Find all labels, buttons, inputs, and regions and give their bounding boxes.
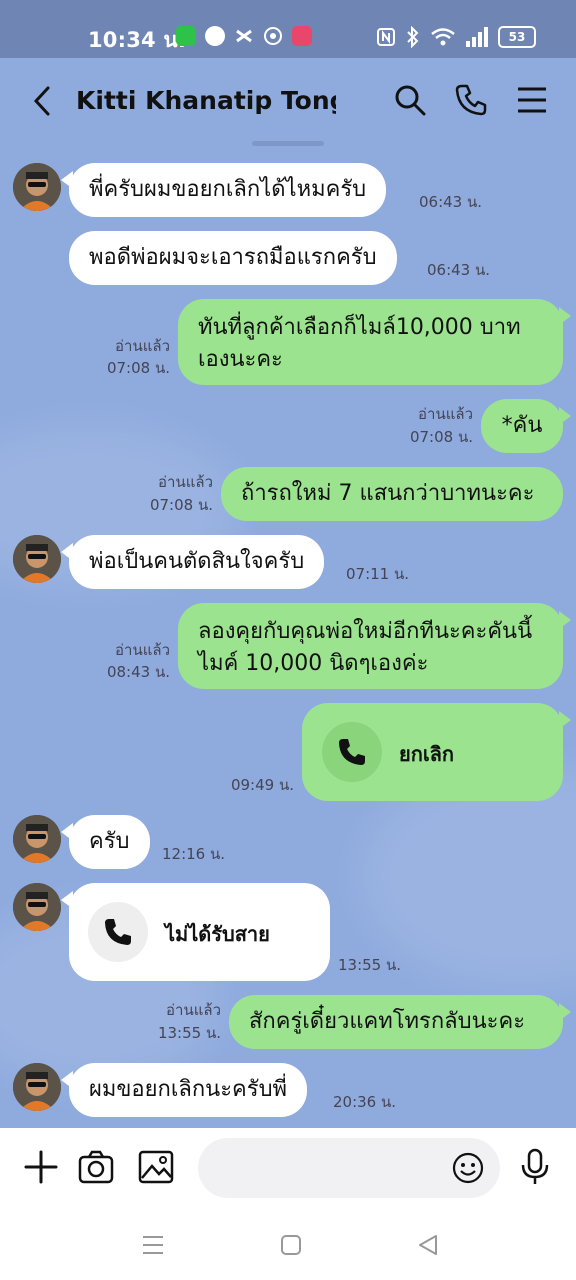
avatar[interactable] bbox=[13, 535, 61, 583]
message-text: พ่อเป็นคนตัดสินใจครับ bbox=[89, 549, 305, 574]
message-bubble-incoming[interactable]: ครับ bbox=[61, 815, 150, 869]
phone-icon[interactable] bbox=[453, 82, 489, 118]
message-text: พี่ครับผมขอยกเลิกได้ไหมครับ bbox=[89, 177, 367, 202]
message-bubble-outgoing[interactable]: ลองคุยกับคุณพ่อใหม่อีกทีนะคะคันนี้ไมค์ 1… bbox=[178, 603, 571, 689]
menu-icon[interactable] bbox=[514, 82, 550, 118]
emoji-icon[interactable] bbox=[451, 1151, 485, 1185]
avatar[interactable] bbox=[13, 883, 61, 931]
system-icons: 53 bbox=[376, 26, 536, 48]
plus-icon[interactable] bbox=[22, 1148, 60, 1186]
message-time: 07:08 น. bbox=[409, 428, 473, 446]
avatar[interactable] bbox=[13, 1063, 61, 1111]
message-bubble-outgoing[interactable]: สักครู่เดี๋ยวแคทโทรกลับนะคะ bbox=[229, 995, 571, 1049]
message-time: 13:55 น. bbox=[338, 956, 402, 974]
bluetooth-icon bbox=[407, 26, 419, 48]
signal-icon bbox=[466, 27, 488, 47]
microphone-icon[interactable] bbox=[516, 1148, 554, 1186]
message-time: 13:55 น. bbox=[157, 1024, 221, 1042]
message-time: 20:36 น. bbox=[333, 1093, 397, 1111]
message-bubble-incoming[interactable]: ผมขอยกเลิกนะครับพี่ bbox=[60, 1063, 308, 1117]
love-app-icon bbox=[292, 26, 312, 46]
message-text: สักครู่เดี๋ยวแคทโทรกลับนะคะ bbox=[249, 1009, 526, 1034]
message-input[interactable] bbox=[198, 1138, 500, 1198]
message-text: ลองคุยกับคุณพ่อใหม่อีกทีนะคะคันนี้ไมค์ 1… bbox=[198, 619, 533, 676]
message-time: 08:43 น. bbox=[106, 663, 170, 681]
avatar[interactable] bbox=[13, 163, 61, 211]
battery-indicator: 53 bbox=[498, 26, 536, 48]
phone-call-icon bbox=[88, 902, 148, 962]
read-receipt: อ่านแล้ว bbox=[115, 641, 170, 659]
back-icon[interactable] bbox=[415, 1232, 441, 1258]
read-receipt: อ่านแล้ว bbox=[166, 1001, 221, 1019]
notification-icons bbox=[176, 26, 312, 46]
line-icon bbox=[205, 26, 225, 46]
message-text: ทันที่ลูกค้าเลือกก็ไมล์10,000 บาท เองนะค… bbox=[198, 315, 521, 372]
call-status: ยกเลิก bbox=[399, 742, 455, 766]
message-time: 06:43 น. bbox=[427, 261, 491, 279]
read-receipt: อ่านแล้ว bbox=[115, 337, 170, 355]
message-time: 06:43 น. bbox=[419, 193, 483, 211]
message-text: พอดีพ่อผมจะเอารถมือแรกครับ bbox=[89, 245, 377, 270]
capcut-icon bbox=[234, 26, 254, 46]
message-text: ครับ bbox=[89, 829, 130, 854]
image-icon[interactable] bbox=[137, 1148, 175, 1186]
call-bubble-incoming[interactable]: ไม่ได้รับสาย bbox=[61, 883, 330, 981]
chat-title[interactable]: Kitti Khanatip Tongd bbox=[76, 86, 336, 115]
read-receipt: อ่านแล้ว bbox=[418, 405, 473, 423]
message-bubble-incoming[interactable]: พอดีพ่อผมจะเอารถมือแรกครับ bbox=[69, 231, 397, 285]
recent-apps-icon[interactable] bbox=[140, 1232, 166, 1258]
message-input-bar bbox=[0, 1128, 576, 1210]
call-status: ไม่ได้รับสาย bbox=[165, 922, 270, 946]
message-bubble-outgoing[interactable]: *คัน bbox=[481, 399, 571, 453]
message-time: 07:11 น. bbox=[346, 565, 410, 583]
message-time: 07:08 น. bbox=[106, 359, 170, 377]
call-bubble-outgoing[interactable]: ยกเลิก bbox=[302, 703, 571, 801]
message-bubble-incoming[interactable]: พ่อเป็นคนตัดสินใจครับ bbox=[60, 535, 325, 589]
phone-call-icon bbox=[322, 722, 382, 782]
message-time: 12:16 น. bbox=[162, 845, 226, 863]
message-time: 09:49 น. bbox=[230, 776, 294, 794]
status-bar: 10:34 น. 53 bbox=[0, 0, 576, 58]
camera-icon[interactable] bbox=[77, 1148, 115, 1186]
search-icon[interactable] bbox=[392, 82, 428, 118]
chat-header: Kitti Khanatip Tongd bbox=[0, 58, 576, 144]
chat-messages[interactable]: พี่ครับผมขอยกเลิกได้ไหมครับ 06:43 น. พอด… bbox=[0, 146, 576, 1128]
line-connect-icon bbox=[176, 26, 196, 46]
back-arrow-icon[interactable] bbox=[26, 84, 60, 118]
message-text: *คัน bbox=[501, 413, 543, 438]
nfc-icon bbox=[377, 28, 395, 46]
message-bubble-outgoing[interactable]: ถ้ารถใหม่ 7 แสนกว่าบาทนะคะ bbox=[221, 467, 563, 521]
message-time: 07:08 น. bbox=[149, 496, 213, 514]
message-bubble-incoming[interactable]: พี่ครับผมขอยกเลิกได้ไหมครับ bbox=[60, 163, 387, 217]
wifi-icon bbox=[431, 28, 455, 46]
home-icon[interactable] bbox=[278, 1232, 304, 1258]
shopee-icon bbox=[263, 26, 283, 46]
read-receipt: อ่านแล้ว bbox=[158, 473, 213, 491]
status-time: 10:34 น. bbox=[88, 28, 187, 52]
message-text: ถ้ารถใหม่ 7 แสนกว่าบาทนะคะ bbox=[241, 481, 535, 506]
message-bubble-outgoing[interactable]: ทันที่ลูกค้าเลือกก็ไมล์10,000 บาท เองนะค… bbox=[178, 299, 571, 385]
avatar[interactable] bbox=[13, 815, 61, 863]
system-nav-bar bbox=[0, 1210, 576, 1280]
message-text: ผมขอยกเลิกนะครับพี่ bbox=[89, 1077, 288, 1102]
